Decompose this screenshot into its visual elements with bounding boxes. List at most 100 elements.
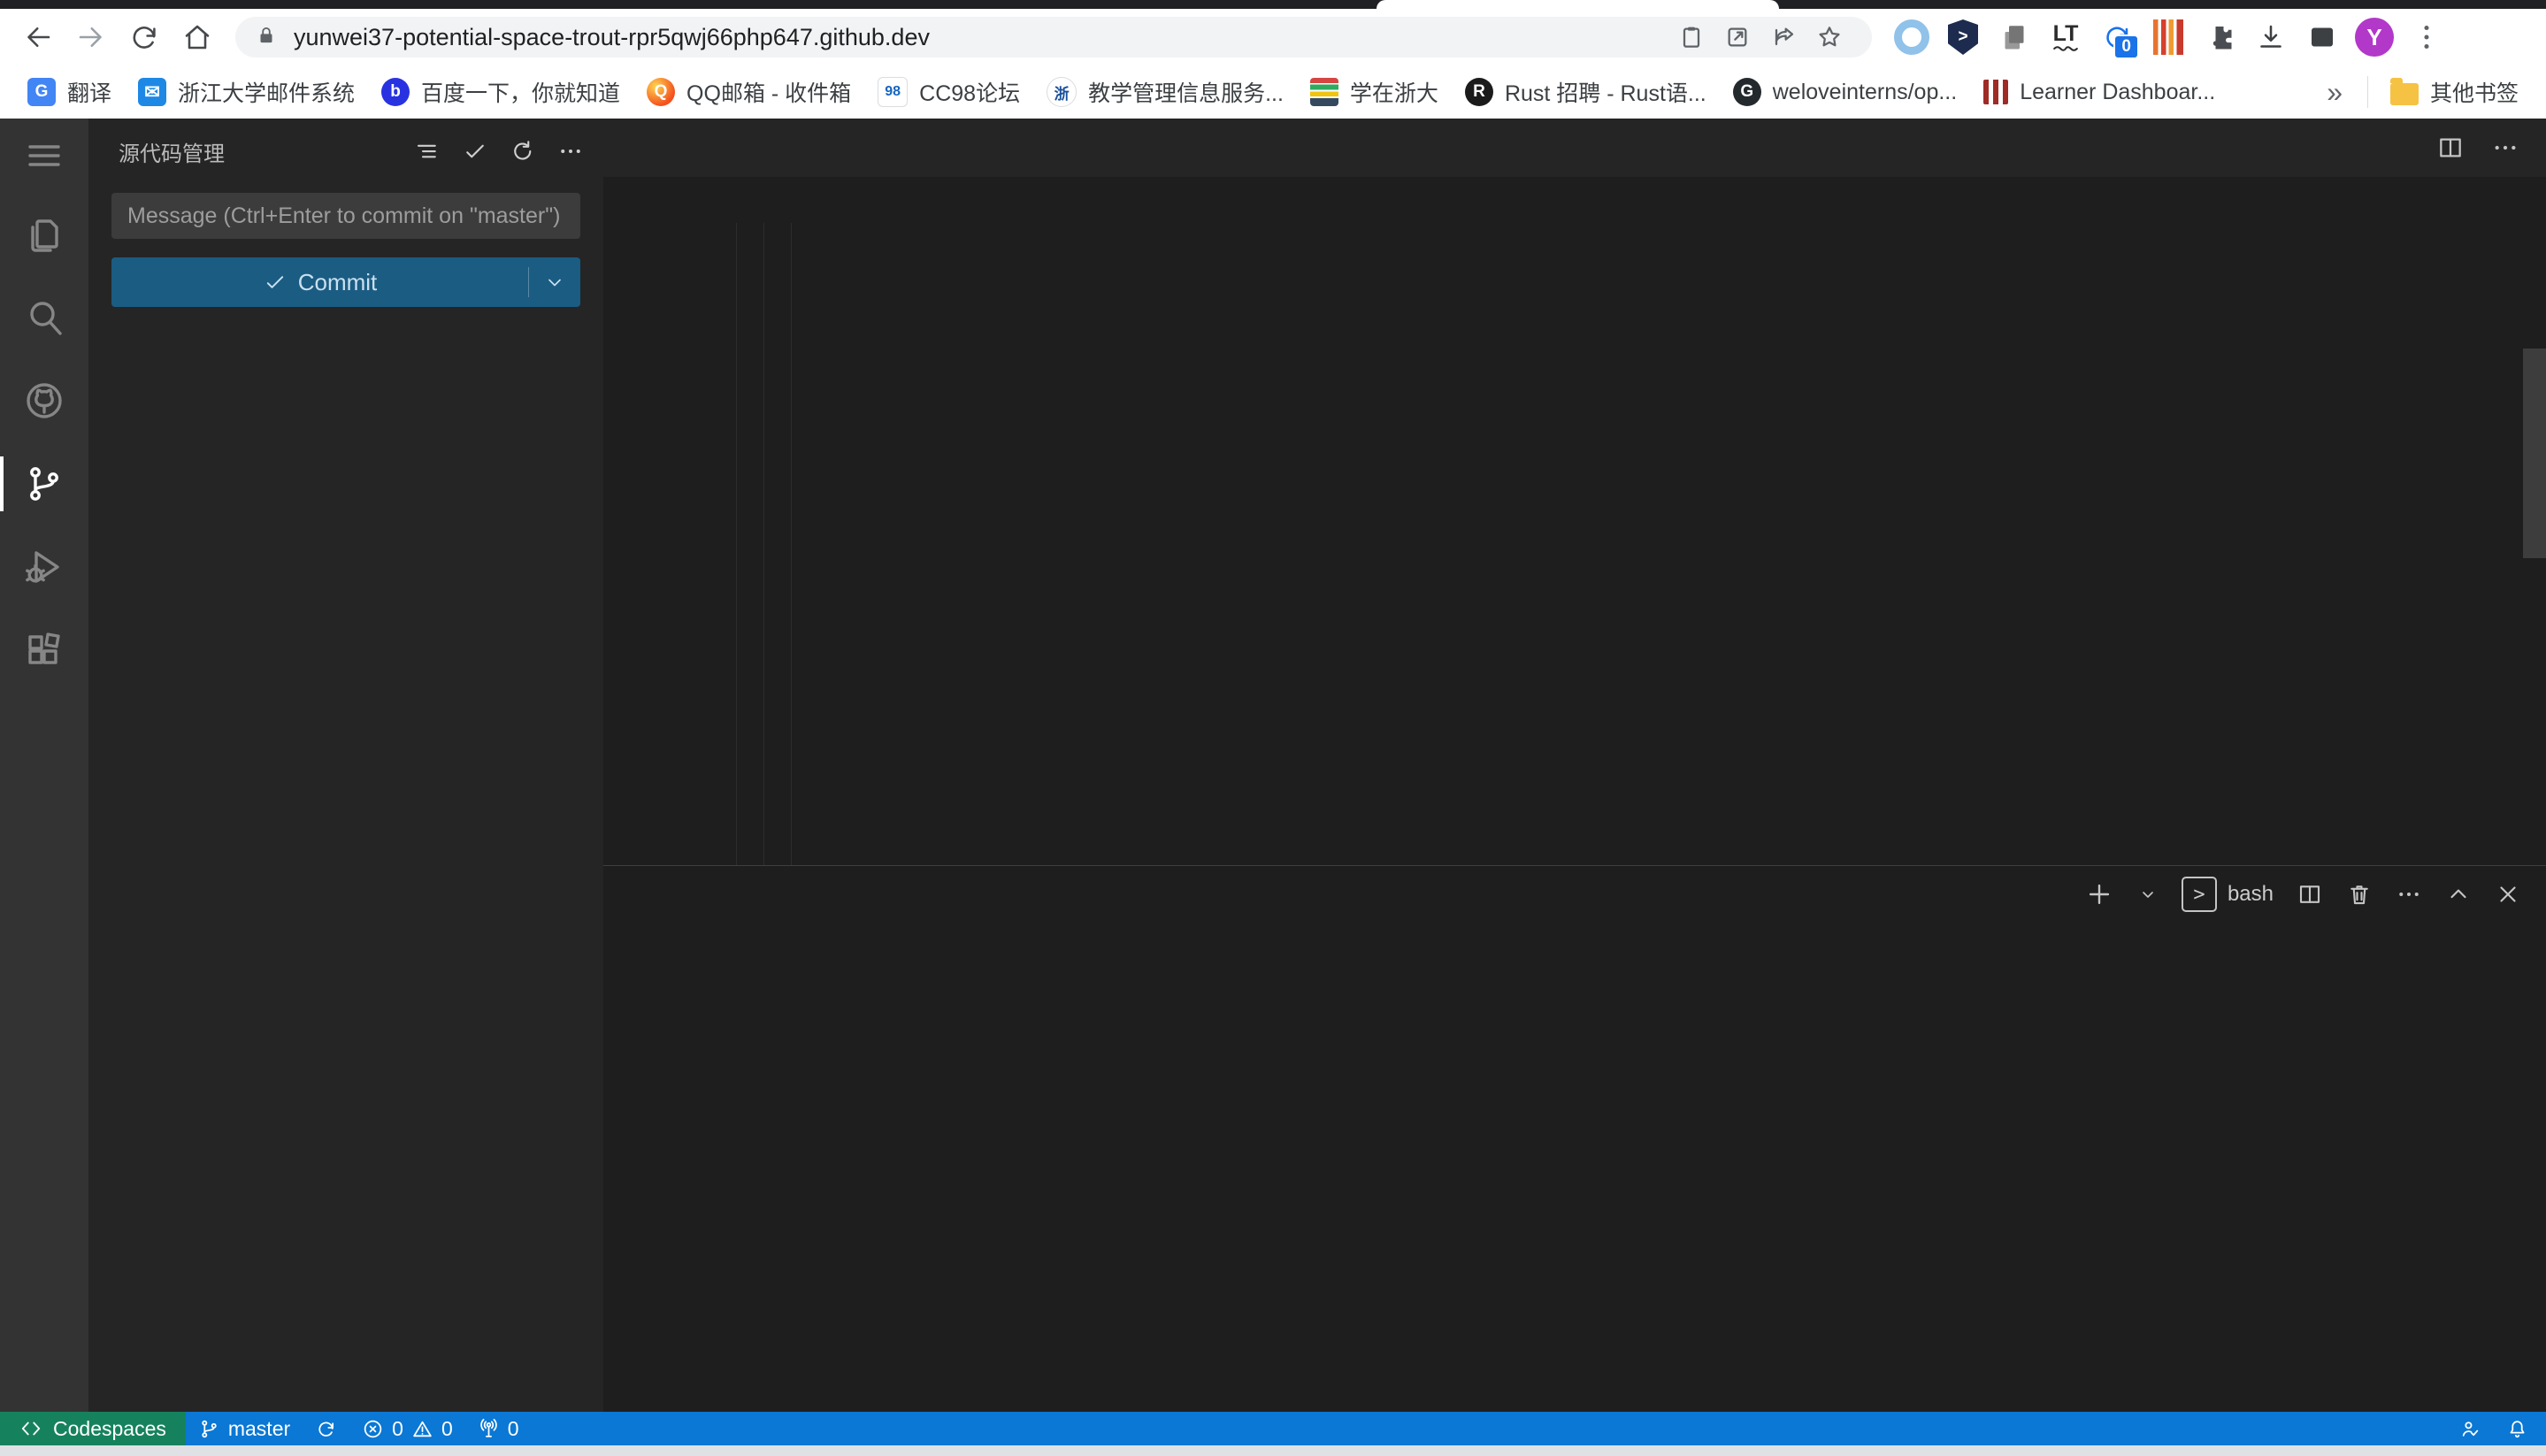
code-editor[interactable] [603, 223, 2546, 865]
bookmark-label: 教学管理信息服务... [1088, 76, 1284, 108]
learner-favicon-icon [1983, 80, 2008, 104]
activity-item-menu[interactable] [0, 119, 88, 193]
cc98-favicon-icon: 98 [878, 77, 908, 107]
bookmark-item[interactable]: 98CC98论坛 [864, 71, 1033, 113]
sync-icon [315, 1418, 337, 1440]
bookmark-item[interactable]: b 百度一下，你就知道 [368, 71, 633, 113]
terminal-icon: > [2182, 877, 2217, 912]
commit-dropdown-chevron-icon[interactable] [529, 272, 580, 293]
sidebar-header: 源代码管理 [88, 119, 603, 184]
problems-indicator[interactable]: 0 0 [349, 1412, 465, 1445]
activity-item-extensions[interactable] [0, 609, 88, 692]
commit-button[interactable]: Commit [111, 257, 580, 307]
sync-changes-button[interactable] [303, 1412, 349, 1445]
activity-item-source-control[interactable] [0, 442, 88, 525]
remote-label: Codespaces [53, 1417, 166, 1441]
crayons-extension-icon[interactable] [2150, 19, 2187, 56]
commit-check-icon[interactable] [455, 131, 495, 172]
kill-terminal-icon[interactable] [2346, 881, 2373, 908]
extension-pages-icon[interactable] [1996, 19, 2033, 56]
bookmarks-right: » 其他书签 [2311, 71, 2532, 113]
terminal-dropdown-chevron-icon[interactable] [2137, 884, 2159, 905]
panel-more-actions-icon[interactable] [2396, 881, 2422, 908]
bookmarks-overflow-chevron[interactable]: » [2311, 76, 2358, 109]
bookmark-item[interactable]: Learner Dashboar... [1970, 74, 2228, 111]
profile-avatar[interactable]: Y [2355, 18, 2394, 57]
side-panel-icon[interactable] [2304, 19, 2341, 56]
share-icon[interactable] [1760, 18, 1806, 57]
more-actions-icon[interactable] [550, 131, 591, 172]
address-bar[interactable]: yunwei37-potential-space-trout-rpr5qwj66… [235, 17, 1872, 57]
breadcrumb[interactable] [603, 177, 2546, 223]
vscode-workbench: 源代码管理 Message (Ctrl+Enter to commit on "… [0, 119, 2546, 1412]
clipboard-icon[interactable] [1668, 18, 1714, 57]
forward-icon[interactable] [67, 13, 115, 61]
open-in-new-icon[interactable] [1714, 18, 1760, 57]
warning-icon [411, 1418, 433, 1440]
bookmark-item[interactable]: ✉浙江大学邮件系统 [125, 71, 368, 113]
editor-scrollbar[interactable] [2523, 349, 2546, 558]
bottom-panel: > bash [603, 865, 2546, 1412]
extension-badge: 0 [2113, 34, 2139, 59]
close-panel-icon[interactable] [2495, 881, 2521, 908]
new-terminal-icon[interactable] [2084, 879, 2114, 909]
bookmark-label: 百度一下，你就知道 [421, 76, 620, 108]
bookmarks-list: G翻译✉浙江大学邮件系统 b 百度一下，你就知道 QQQ邮箱 - 收件箱98CC98论… [14, 71, 2228, 113]
taskbar-edge [0, 1445, 2546, 1456]
active-browser-tab[interactable] [1377, 0, 1779, 9]
xzzd-favicon-icon [1310, 78, 1338, 106]
sync-extension-icon[interactable]: 0 [2098, 19, 2136, 56]
bookmark-item[interactable]: 浙教学管理信息服务... [1033, 71, 1297, 113]
activity-item-github[interactable] [0, 359, 88, 442]
activity-item-files[interactable] [0, 193, 88, 276]
split-terminal-icon[interactable] [2297, 881, 2323, 908]
codespaces-icon [19, 1417, 42, 1440]
branch-indicator[interactable]: master [186, 1412, 303, 1445]
ports-count: 0 [508, 1417, 519, 1441]
browser-menu-icon[interactable] [2408, 19, 2445, 56]
activity-bar [0, 119, 88, 1412]
bookmark-item[interactable]: QQQ邮箱 - 收件箱 [633, 71, 864, 113]
bookmark-item[interactable]: Gweloveinterns/op... [1720, 73, 1970, 111]
reload-icon[interactable] [120, 13, 168, 61]
git-branch-icon [198, 1418, 220, 1440]
extension-ring-icon[interactable] [1893, 19, 1930, 56]
minimap[interactable] [2313, 228, 2521, 865]
extension-shield-icon[interactable]: > [1944, 19, 1982, 56]
view-as-list-icon[interactable] [407, 131, 448, 172]
split-editor-icon[interactable] [2436, 134, 2465, 162]
mail-favicon-icon: ✉ [138, 78, 166, 106]
editor-tab-bar [603, 119, 2546, 177]
refresh-icon[interactable] [502, 131, 543, 172]
terminal[interactable] [603, 923, 2546, 1412]
download-icon[interactable] [2252, 19, 2289, 56]
remote-indicator[interactable]: Codespaces [0, 1412, 186, 1445]
back-icon[interactable] [14, 13, 62, 61]
notifications-button[interactable] [2494, 1412, 2546, 1445]
bookmark-item[interactable]: RRust 招聘 - Rust语... [1452, 71, 1720, 113]
puzzle-extension-icon[interactable] [2201, 19, 2238, 56]
bookmark-item[interactable]: G翻译 [14, 71, 125, 113]
screen: yunwei37-potential-space-trout-rpr5qwj66… [0, 0, 2546, 1456]
commit-message-input[interactable]: Message (Ctrl+Enter to commit on "master… [111, 193, 580, 239]
home-icon[interactable] [173, 13, 221, 61]
editor-more-actions-icon[interactable] [2491, 134, 2519, 162]
indent-guide [791, 223, 792, 865]
bookmark-label: Learner Dashboar... [2020, 80, 2215, 105]
activity-item-debug[interactable] [0, 525, 88, 609]
bookmark-item[interactable]: 学在浙大 [1297, 71, 1452, 113]
ports-indicator[interactable]: 0 [465, 1412, 532, 1445]
error-count: 0 [392, 1417, 403, 1441]
bookmark-label: Rust 招聘 - Rust语... [1505, 76, 1706, 108]
bookmark-star-icon[interactable] [1806, 18, 1852, 57]
terminal-shell-badge[interactable]: > bash [2182, 877, 2274, 912]
feedback-button[interactable] [2447, 1412, 2494, 1445]
other-bookmarks-button[interactable]: 其他书签 [2377, 71, 2532, 113]
maximize-panel-icon[interactable] [2445, 881, 2472, 908]
baidu-favicon-icon: b [381, 78, 410, 106]
languagetool-icon[interactable]: LT [2047, 19, 2084, 56]
bookmarks-separator [2367, 76, 2368, 108]
status-bar-right [2447, 1412, 2546, 1445]
https-lock-icon [255, 24, 278, 50]
activity-item-search[interactable] [0, 276, 88, 359]
